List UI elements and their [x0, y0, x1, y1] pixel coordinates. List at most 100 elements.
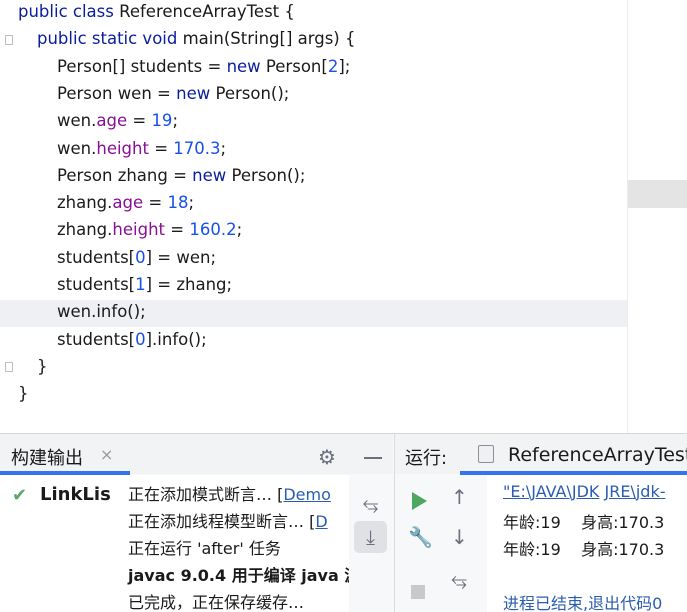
code-token: 18: [167, 193, 189, 213]
code-token: Person wen =: [57, 83, 177, 103]
soft-wrap-icon[interactable]: ⥃: [354, 487, 387, 519]
rerun-icon[interactable]: [412, 492, 427, 510]
scroll-to-end-icon[interactable]: ⤓: [354, 521, 387, 553]
stop-icon[interactable]: [411, 585, 425, 599]
code-token: students[: [57, 329, 136, 349]
code-token: Person();: [231, 165, 306, 185]
code-line[interactable]: Person wen = new Person();: [57, 83, 289, 105]
run-header: 运行: ReferenceArrayTest: [395, 434, 687, 475]
code-line[interactable]: }: [37, 356, 48, 378]
code-line[interactable]: Person[] students = new Person[2];: [57, 56, 350, 78]
log-line: 正在添加模式断言… [Demo: [128, 485, 331, 504]
code-token: new: [176, 83, 216, 103]
code-token: ;: [188, 193, 195, 213]
log-link[interactable]: Demo: [283, 485, 331, 504]
editor-scrollbar-track[interactable]: [627, 0, 687, 433]
code-token: public class: [18, 2, 120, 21]
run-console[interactable]: "E:\JAVA\JDK JRE\jdk- 年龄:19 身高:170.3 年龄:…: [487, 475, 687, 612]
code-line[interactable]: wen.info();: [57, 301, 146, 323]
gear-icon[interactable]: ⚙: [318, 445, 336, 469]
code-token: ReferenceArrayTest {: [119, 2, 295, 21]
soft-wrap-icon[interactable]: ⥃: [451, 567, 467, 591]
fold-end-icon[interactable]: [5, 362, 13, 372]
tab-build-output[interactable]: 构建输出 ×: [0, 434, 130, 475]
code-token: 1: [135, 275, 146, 294]
code-token: Person();: [215, 83, 290, 103]
code-token: students[: [57, 275, 136, 294]
code-line[interactable]: wen.age = 19;: [57, 110, 178, 132]
code-token: wen.info();: [57, 302, 146, 322]
console-output-line: 年龄:19 身高:170.3: [503, 540, 665, 559]
build-toolbar: ⥃ ⤓: [349, 475, 394, 612]
code-line[interactable]: zhang.height = 160.2;: [57, 219, 242, 241]
console-command-line: "E:\JAVA\JDK JRE\jdk-: [503, 482, 666, 501]
tab-run-config[interactable]: ReferenceArrayTest: [460, 434, 687, 474]
log-line: 已完成，正在保存缓存…: [128, 593, 305, 612]
code-token: age: [96, 111, 128, 131]
code-line[interactable]: public class ReferenceArrayTest {: [18, 1, 295, 23]
arrow-down-icon[interactable]: ↓: [451, 525, 468, 549]
console-link[interactable]: E:\JAVA\JDK: [510, 482, 599, 501]
code-token: 0: [135, 329, 146, 349]
code-token: 2: [327, 56, 339, 76]
code-token: =: [143, 193, 168, 213]
code-token: main(String[] args) {: [182, 29, 356, 49]
code-token: Person zhang =: [57, 165, 193, 185]
code-token: new: [226, 56, 266, 76]
console-exit-line: 进程已结束,退出代码0: [503, 594, 663, 612]
console-link[interactable]: JRE: [605, 482, 631, 501]
code-token: ;: [172, 111, 178, 131]
check-icon: ✔: [12, 485, 28, 506]
code-token: }: [18, 384, 29, 404]
minimize-icon[interactable]: [364, 457, 382, 459]
code-token: Person[: [265, 56, 328, 76]
editor-scrollbar-thumb[interactable]: [628, 180, 687, 208]
arrow-up-icon[interactable]: ↑: [451, 485, 468, 509]
build-tree[interactable]: ✔ LinkLis: [0, 475, 116, 612]
code-line[interactable]: zhang.age = 18;: [57, 192, 194, 214]
code-editor[interactable]: public class ReferenceArrayTest {public …: [0, 0, 687, 433]
build-tab-label: 构建输出: [11, 448, 83, 469]
code-line[interactable]: students[0].info();: [57, 329, 207, 351]
code-line[interactable]: students[1] = zhang;: [57, 274, 232, 296]
log-link[interactable]: D: [315, 512, 327, 531]
close-icon[interactable]: ×: [100, 445, 113, 464]
wrench-icon[interactable]: 🔧: [408, 525, 433, 549]
code-token: ;: [220, 138, 227, 158]
code-token: ;: [236, 220, 243, 240]
code-token: =: [165, 220, 190, 240]
code-token: wen.: [57, 111, 97, 131]
code-token: height: [112, 220, 165, 240]
build-output-header: 构建输出 × ⚙: [0, 434, 393, 475]
code-token: age: [112, 193, 144, 213]
code-token: =: [127, 111, 152, 131]
code-token: 170.3: [173, 138, 221, 158]
code-token: zhang.: [57, 193, 113, 213]
code-token: =: [148, 138, 174, 158]
console-output-line: 年龄:19 身高:170.3: [503, 513, 665, 532]
code-token: }: [37, 356, 48, 376]
code-token: height: [96, 138, 149, 158]
run-toolbar: ↑ 🔧 ↓ ⥃: [395, 475, 487, 612]
code-token: ].info();: [145, 329, 207, 349]
code-token: public static void: [37, 29, 183, 49]
run-title: 运行:: [405, 448, 448, 469]
log-line: 正在添加线程模型断言… [D: [128, 512, 328, 531]
console-link[interactable]: jdk-: [636, 482, 666, 501]
build-log[interactable]: 正在添加模式断言… [Demo 正在添加线程模型断言… [D 正在运行 'aft…: [116, 475, 349, 612]
code-token: 19: [151, 111, 173, 131]
console-icon: [478, 445, 494, 463]
code-token: students[: [57, 247, 136, 267]
code-token: ] = wen;: [145, 247, 217, 267]
code-line[interactable]: }: [18, 383, 29, 405]
run-tab-label: ReferenceArrayTest: [508, 444, 687, 466]
code-token: 0: [135, 247, 146, 267]
fold-icon[interactable]: [5, 35, 13, 45]
code-line[interactable]: wen.height = 170.3;: [57, 138, 226, 160]
tool-window-area: 构建输出 × ⚙ ✔ LinkLis 正在添加模式断言… [Demo 正在添加线…: [0, 433, 687, 612]
code-line[interactable]: Person zhang = new Person();: [57, 165, 305, 187]
build-tree-item[interactable]: LinkLis: [40, 484, 111, 505]
code-line[interactable]: public static void main(String[] args) {: [37, 28, 356, 50]
code-token: 160.2: [189, 220, 237, 240]
code-line[interactable]: students[0] = wen;: [57, 247, 216, 269]
